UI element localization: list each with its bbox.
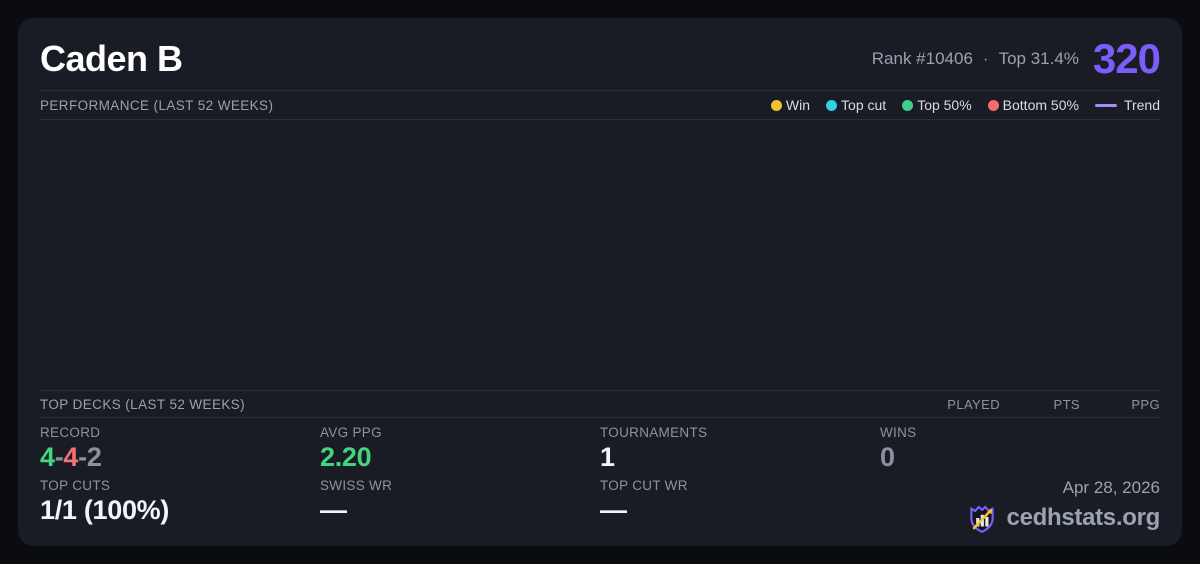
legend-item-top-cut: Top cut [826, 97, 886, 113]
date-text: Apr 28, 2026 [1062, 478, 1160, 497]
legend-item-win: Win [770, 97, 811, 113]
stat-wins-label: WINS [880, 425, 917, 440]
stat-wins-value: 0 [880, 442, 895, 472]
legend-label-top-50: Top 50% [917, 97, 972, 113]
rank-meta: Rank #10406 · Top 31.4% [872, 49, 1079, 69]
player-score: 320 [1092, 35, 1161, 82]
legend-label-win: Win [785, 97, 811, 113]
legend-label-bottom-50: Bottom 50% [1002, 97, 1079, 113]
rank-area: Rank #10406 · Top 31.4% 320 [872, 35, 1161, 83]
chart-legend: Win Top cut Top 50% Bottom 50% Trend [770, 97, 1160, 113]
legend-item-bottom-50: Bottom 50% [987, 97, 1079, 113]
stat-record: RECORD 4-4-2 [40, 425, 320, 478]
cedhstats-shield-logo-icon [969, 505, 994, 533]
stat-avg-ppg: AVG PPG 2.20 [320, 425, 600, 478]
column-header-ppg: PPG [1131, 396, 1160, 412]
stat-wins: WINS 0 [880, 425, 1160, 478]
brand-row: cedhstats.org [965, 501, 1160, 535]
stat-avg-ppg-label: AVG PPG [320, 425, 382, 440]
dot-separator: · [982, 49, 989, 68]
stat-tournaments-label: TOURNAMENTS [600, 425, 708, 440]
stat-top-cut-wr-value: — [600, 495, 627, 525]
stat-record-value: 4-4-2 [40, 443, 320, 471]
player-stats-card: Caden B Rank #10406 · Top 31.4% 320 PERF… [18, 18, 1182, 546]
stat-avg-ppg-value: 2.20 [320, 442, 372, 472]
legend-item-trend: Trend [1094, 97, 1160, 113]
card-header: Caden B Rank #10406 · Top 31.4% 320 [40, 34, 1161, 90]
performance-section-title: PERFORMANCE (LAST 52 WEEKS) [40, 97, 274, 113]
performance-section-header: PERFORMANCE (LAST 52 WEEKS) Win Top cut … [40, 91, 1160, 119]
bottom-50-dot-icon [987, 99, 999, 111]
stat-top-cuts: TOP CUTS 1/1 (100%) [40, 478, 320, 538]
stat-top-cuts-value: 1/1 (100%) [40, 495, 170, 525]
record-wins: 4 [40, 442, 55, 472]
win-dot-icon [770, 99, 782, 111]
stat-record-label: RECORD [40, 425, 101, 440]
stat-swiss-wr-label: SWISS WR [320, 478, 393, 493]
record-losses: 4 [63, 442, 79, 472]
stat-swiss-wr: SWISS WR — [320, 478, 600, 538]
stat-swiss-wr-value: — [320, 495, 347, 525]
rank-text: Rank #10406 [871, 49, 973, 68]
record-draws: 2 [86, 442, 102, 472]
stat-tournaments: TOURNAMENTS 1 [600, 425, 880, 478]
top-decks-section-title: TOP DECKS (LAST 52 WEEKS) [40, 396, 246, 412]
stat-top-cuts-label: TOP CUTS [40, 478, 111, 493]
top-percent-text: Top 31.4% [998, 49, 1079, 68]
legend-label-top-cut: Top cut [841, 97, 887, 113]
performance-chart-area [40, 120, 1160, 390]
stats-grid: RECORD 4-4-2 AVG PPG 2.20 TOURNAMENTS 1 … [40, 418, 1160, 538]
stat-top-cut-wr: TOP CUT WR — [600, 478, 880, 538]
brand-text: cedhstats.org [1006, 504, 1161, 531]
stat-tournaments-value: 1 [600, 442, 615, 472]
card-footer: Apr 28, 2026 cedhstats.org [880, 478, 1160, 538]
column-header-played: PLAYED [947, 396, 1000, 412]
top-cut-dot-icon [826, 99, 838, 111]
column-header-pts: PTS [1053, 396, 1080, 412]
player-name: Caden B [40, 38, 183, 79]
legend-item-top-50: Top 50% [902, 97, 972, 113]
top-decks-section-header: TOP DECKS (LAST 52 WEEKS) PLAYED PTS PPG [40, 391, 1160, 417]
trend-line-icon [1094, 103, 1117, 107]
legend-label-trend: Trend [1123, 97, 1160, 113]
stat-top-cut-wr-label: TOP CUT WR [600, 478, 688, 493]
record-sep2: - [78, 442, 87, 472]
top-50-dot-icon [902, 99, 914, 111]
deck-column-headers: PLAYED PTS PPG [920, 397, 1160, 412]
page-background: Caden B Rank #10406 · Top 31.4% 320 PERF… [0, 0, 1200, 564]
